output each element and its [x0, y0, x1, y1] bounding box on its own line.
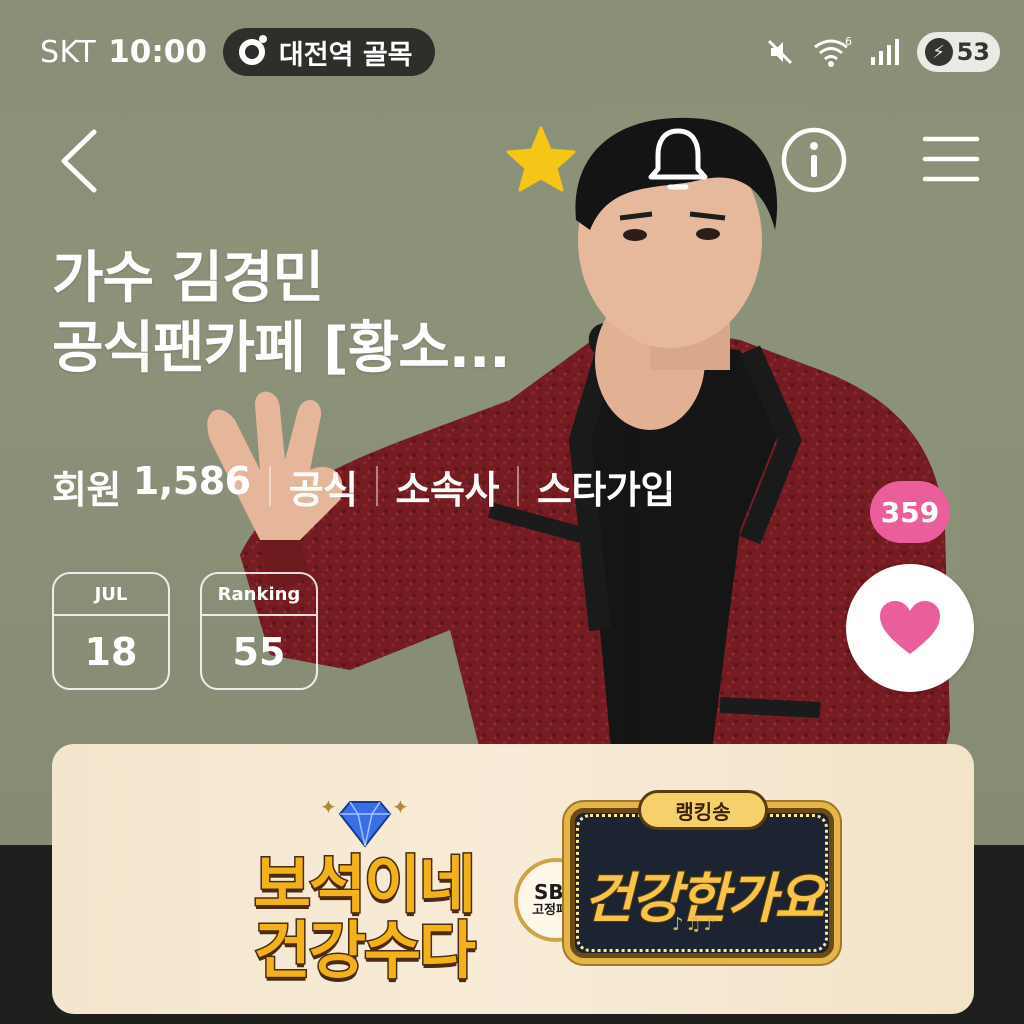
mute-icon: [767, 39, 792, 65]
svg-text:6: 6: [845, 35, 852, 48]
divider: [375, 466, 378, 506]
heart-icon: [880, 601, 940, 654]
member-label: 회원: [52, 467, 121, 512]
favorite-button[interactable]: [504, 124, 578, 194]
clock: 10:00: [108, 34, 207, 70]
cafe-title-line1: 가수 김경민: [52, 246, 324, 311]
star-icon: [506, 126, 576, 192]
banner-left-line1: 보석이네: [252, 848, 477, 921]
location-pill[interactable]: 대전역 골목: [222, 28, 435, 76]
location-label: 대전역 골목: [278, 39, 413, 71]
cafe-title: 가수 김경민 공식팬카페 [황소...: [52, 244, 612, 384]
member-count[interactable]: 회원 1,586: [52, 459, 251, 514]
wifi-icon: 6: [813, 35, 852, 67]
cafe-hero: SKT 10:00 대전역 골목 6 ⚡ 53 가수 김경민 공식팬카페 [황소…: [0, 0, 1024, 845]
ranking-card[interactable]: Ranking 55: [200, 572, 318, 690]
ranking-song-pill: 랭킹송: [638, 790, 768, 830]
carrier-label: SKT: [40, 34, 97, 70]
signal-icon: [870, 39, 899, 65]
menu-icon: [922, 136, 980, 182]
location-icon: [238, 35, 267, 65]
menu-button[interactable]: [918, 126, 984, 192]
music-notes-icon: ♪♫♪: [672, 914, 718, 935]
official-tag: 공식: [288, 467, 358, 512]
charging-icon: ⚡: [924, 38, 953, 66]
battery-level: 53: [956, 38, 990, 66]
member-number: 1,586: [132, 458, 251, 503]
like-count-badge: 359: [870, 481, 950, 543]
svg-text:✦: ✦: [320, 796, 337, 819]
divider: [516, 466, 519, 506]
star-join-tag: 스타가입: [536, 467, 675, 512]
banner-left-title: 보석이네 건강수다: [214, 848, 514, 987]
promo-banner[interactable]: ✦ ✦ 보석이네 건강수다 SBS 고정패널 랭킹송 건강한가요 ♪♫♪: [52, 744, 974, 1014]
divider: [268, 466, 271, 506]
banner-left-logo: ✦ ✦ 보석이네 건강수다: [212, 794, 512, 1014]
status-bar: SKT 10:00 대전역 골목 6 ⚡ 53: [40, 28, 1000, 76]
date-month: JUL: [54, 574, 168, 616]
banner-left-line2: 건강수다: [252, 914, 477, 987]
battery-indicator: ⚡ 53: [916, 32, 1000, 72]
cafe-title-line2: 공식팬카페 [황소...: [52, 316, 511, 381]
info-icon: [781, 127, 847, 193]
back-button[interactable]: [48, 126, 108, 196]
date-day: 18: [84, 630, 138, 674]
status-icons: 6 ⚡ 53: [765, 32, 1000, 72]
agency-tag: 소속사: [395, 467, 500, 512]
info-button[interactable]: [778, 124, 850, 196]
back-icon: [61, 129, 97, 193]
bell-icon: [648, 128, 708, 190]
ranking-value: 55: [232, 630, 286, 674]
diamond-icon: ✦ ✦: [320, 796, 409, 848]
notification-button[interactable]: [640, 122, 716, 198]
cafe-meta: 회원 1,586 공식 소속사 스타가입: [52, 458, 675, 514]
ranking-label: Ranking: [202, 574, 316, 616]
date-card: JUL 18: [52, 572, 170, 690]
svg-text:✦: ✦: [392, 796, 409, 819]
like-button[interactable]: [846, 564, 974, 692]
